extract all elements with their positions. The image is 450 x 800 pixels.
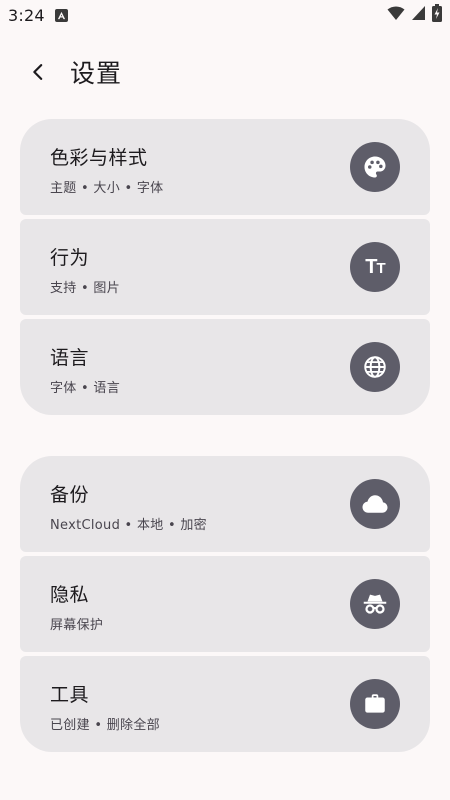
back-arrow-icon [33, 64, 43, 80]
text-size-glyph: TT [365, 256, 385, 278]
item-subtitle: 主题 • 大小 • 字体 [50, 181, 164, 196]
item-title: 语言 [50, 347, 90, 369]
text-size-icon: TT [350, 242, 400, 292]
status-left: 3:24 [8, 6, 68, 25]
settings-item-tools[interactable]: 工具 已创建 • 删除全部 [20, 656, 430, 752]
item-subtitle: 屏幕保护 [50, 618, 104, 633]
page-title: 设置 [70, 59, 123, 88]
settings-item-privacy[interactable]: 隐私 屏幕保护 [20, 556, 430, 652]
app-notification-icon [54, 8, 68, 22]
app-bar: 设置 [0, 46, 450, 98]
item-title: 备份 [50, 484, 90, 506]
settings-group-data: 备份 NextCloud • 本地 • 加密 隐私 屏幕保护 工具 已创建 • … [20, 456, 430, 752]
item-subtitle: NextCloud • 本地 • 加密 [50, 518, 207, 533]
item-subtitle: 字体 • 语言 [50, 381, 121, 396]
incognito-icon [350, 579, 400, 629]
item-subtitle: 已创建 • 删除全部 [50, 718, 160, 733]
settings-item-behavior[interactable]: 行为 支持 • 图片 TT [20, 219, 430, 315]
settings-item-colors-style[interactable]: 色彩与样式 主题 • 大小 • 字体 [20, 119, 430, 215]
status-right [387, 4, 442, 26]
status-bar: 3:24 [0, 0, 450, 30]
settings-item-backup[interactable]: 备份 NextCloud • 本地 • 加密 [20, 456, 430, 552]
battery-icon [432, 4, 442, 26]
settings-item-language[interactable]: 语言 字体 • 语言 [20, 319, 430, 415]
wifi-icon [387, 5, 405, 25]
status-time: 3:24 [8, 5, 45, 25]
globe-icon [350, 342, 400, 392]
briefcase-icon [350, 679, 400, 729]
back-button[interactable] [18, 52, 58, 92]
palette-icon [350, 142, 400, 192]
signal-icon [411, 5, 426, 25]
item-title: 色彩与样式 [50, 147, 148, 169]
item-subtitle: 支持 • 图片 [50, 281, 121, 296]
item-title: 工具 [50, 684, 90, 706]
item-title: 隐私 [50, 584, 90, 606]
item-title: 行为 [50, 247, 90, 269]
settings-group-appearance: 色彩与样式 主题 • 大小 • 字体 行为 支持 • 图片 TT 语言 字体 •… [20, 119, 430, 415]
cloud-icon [350, 479, 400, 529]
